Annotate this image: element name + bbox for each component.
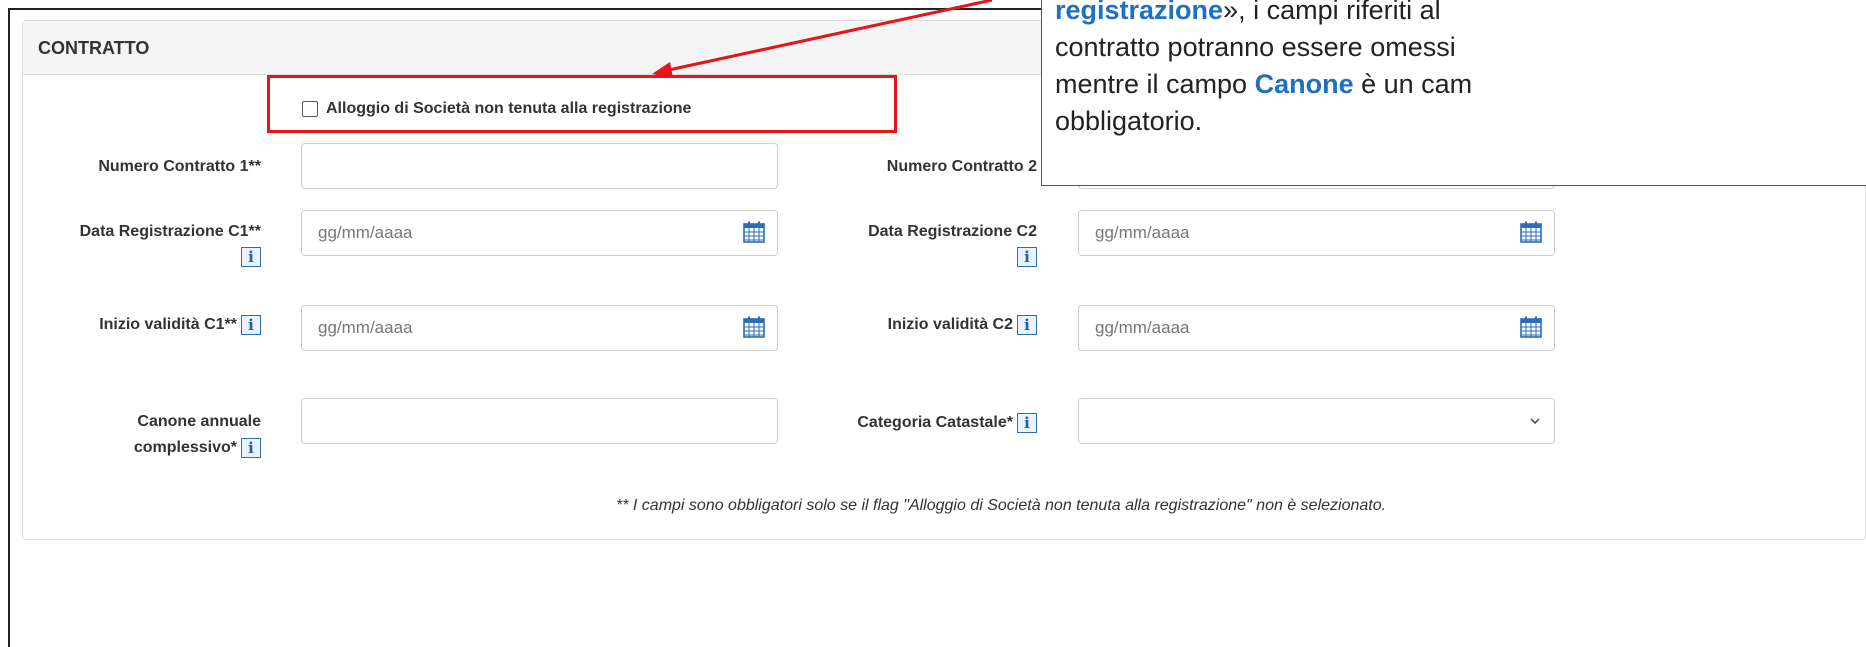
callout-line-2: contratto potranno essere omessi	[1055, 32, 1456, 62]
annotation-callout: registrazione», i campi riferiti al cont…	[1041, 0, 1866, 186]
callout-highlight-registrazione: registrazione	[1055, 0, 1224, 25]
callout-line-4: obbligatorio.	[1055, 106, 1203, 136]
callout-line-3: mentre il campo Canone è un cam	[1055, 66, 1866, 103]
callout-text: è un cam	[1353, 69, 1473, 99]
callout-highlight-canone: Canone	[1254, 69, 1354, 99]
callout-line-1: registrazione», i campi riferiti al	[1055, 0, 1866, 29]
callout-text: », i campi riferiti al	[1223, 0, 1441, 25]
callout-text: mentre il campo	[1055, 69, 1255, 99]
